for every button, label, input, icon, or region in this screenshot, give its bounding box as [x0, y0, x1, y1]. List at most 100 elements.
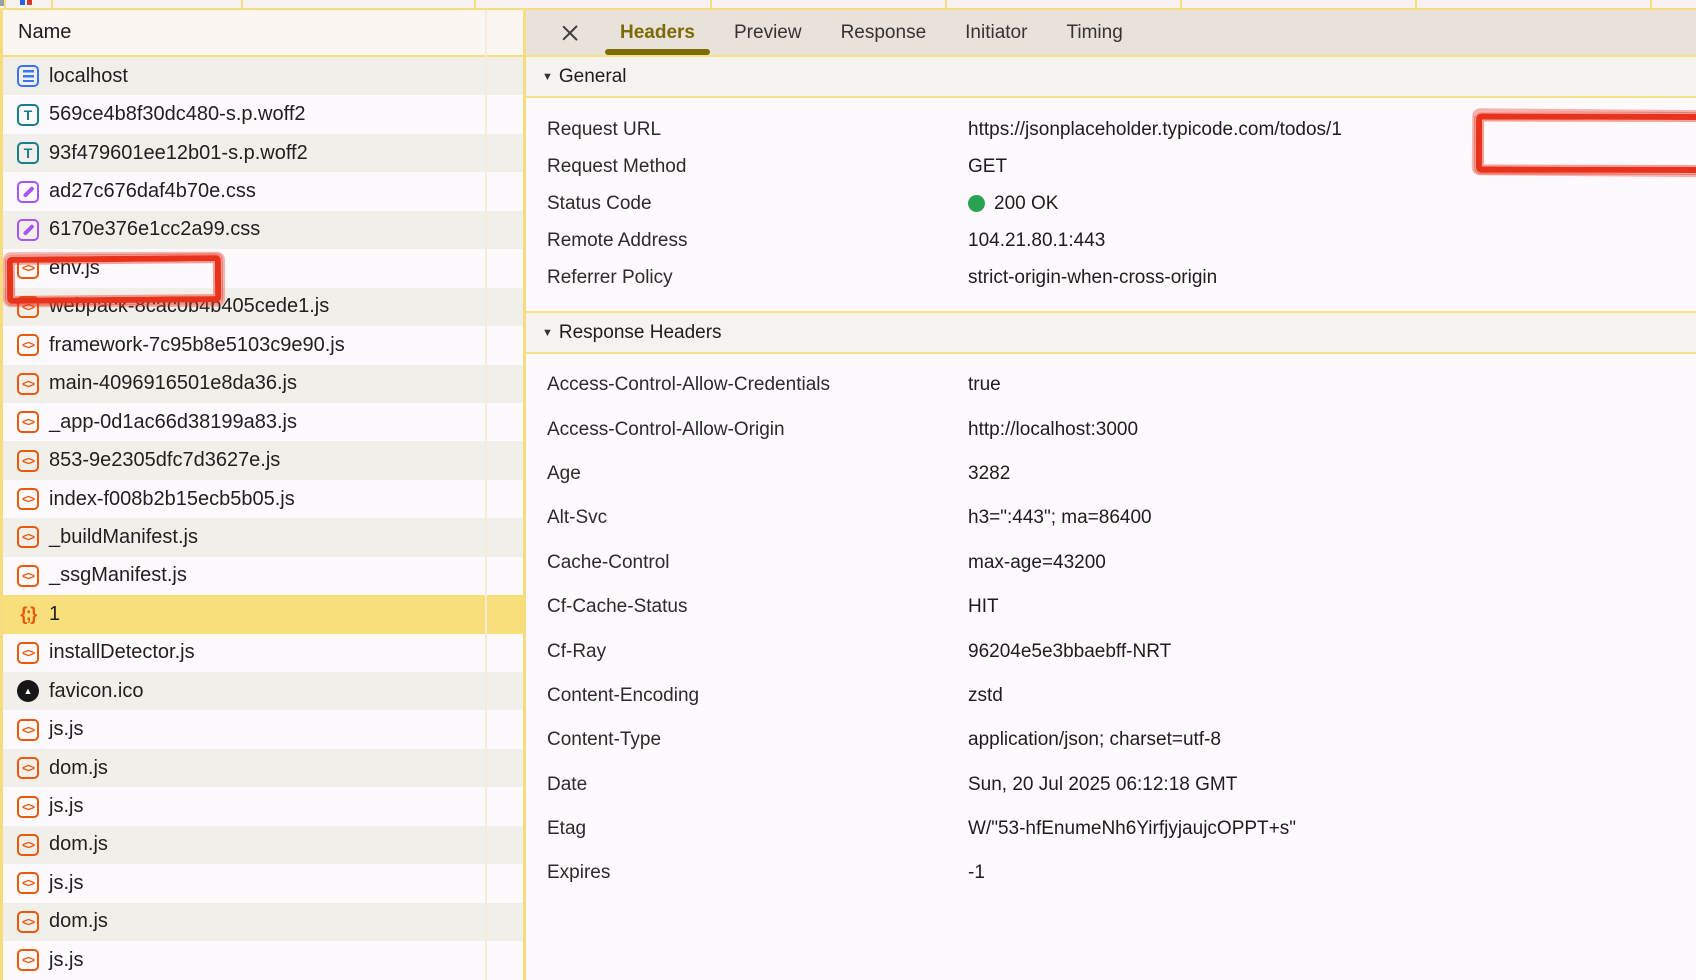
request-name: js.js: [49, 718, 83, 741]
request-row-webpack-8cac0b4b405cede1.js[interactable]: <>webpack-8cac0b4b405cede1.js: [3, 288, 485, 326]
header-value: Sun, 20 Jul 2025 06:12:18 GMT: [968, 774, 1237, 796]
request-row-dom.js[interactable]: <>dom.js: [3, 826, 485, 864]
request-row-js.js[interactable]: <>js.js: [3, 941, 485, 979]
header-name: Request URL: [526, 119, 968, 141]
request-name: localhost: [49, 65, 128, 88]
script-icon: <>: [17, 334, 39, 356]
header-name: Cache-Control: [526, 552, 968, 574]
tab-preview[interactable]: Preview: [734, 10, 802, 55]
request-row-569ce4b8f30dc480-s.p.woff2[interactable]: T569ce4b8f30dc480-s.p.woff2: [3, 95, 485, 133]
request-name: index-f008b2b15ecb5b05.js: [49, 488, 295, 511]
request-name: installDetector.js: [49, 641, 195, 664]
header-value-text: 3282: [968, 463, 1010, 485]
script-icon: <>: [17, 796, 39, 818]
tab-timing[interactable]: Timing: [1066, 10, 1122, 55]
request-row-js.js[interactable]: <>js.js: [3, 710, 485, 748]
status-ok-dot: [968, 195, 985, 212]
disclosure-triangle-icon[interactable]: ▼: [542, 71, 553, 83]
request-row-favicon.ico[interactable]: ▲favicon.ico: [3, 672, 485, 710]
header-name: Cf-Cache-Status: [526, 596, 968, 618]
request-name: 93f479601ee12b01-s.p.woff2: [49, 142, 308, 165]
request-row-1[interactable]: {;}1: [3, 595, 485, 633]
request-row-_ssgManifest.js[interactable]: <>_ssgManifest.js: [3, 557, 485, 595]
header-value: h3=":443"; ma=86400: [968, 507, 1152, 529]
close-icon[interactable]: [560, 23, 580, 43]
grey-mark: [0, 0, 4, 6]
header-row-Request Method: Request MethodGET: [526, 148, 1696, 185]
header-name: Alt-Svc: [526, 507, 968, 529]
request-row-framework-7c95b8e5103c9e90.js[interactable]: <>framework-7c95b8e5103c9e90.js: [3, 326, 485, 364]
header-row-Status Code: Status Code200 OK: [526, 185, 1696, 222]
header-row-Date: DateSun, 20 Jul 2025 06:12:18 GMT: [526, 763, 1696, 807]
header-row-Request URL: Request URLhttps://jsonplaceholder.typic…: [526, 111, 1696, 148]
header-value: -1: [968, 862, 985, 884]
request-row-main-4096916501e8da36.js[interactable]: <>main-4096916501e8da36.js: [3, 365, 485, 403]
request-row-dom.js[interactable]: <>dom.js: [3, 749, 485, 787]
request-name: dom.js: [49, 757, 108, 780]
request-row-_app-0d1ac66d38199a83.js[interactable]: <>_app-0d1ac66d38199a83.js: [3, 403, 485, 441]
header-value-text: GET: [968, 156, 1007, 178]
header-name: Content-Type: [526, 729, 968, 751]
header-row-Cache-Control: Cache-Controlmax-age=43200: [526, 541, 1696, 585]
request-name: js.js: [49, 949, 83, 972]
cropped-toolbar-strip: [0, 0, 1696, 10]
toolbar-cell-divider: [1650, 0, 1652, 8]
request-name: favicon.ico: [49, 680, 144, 703]
table-gutter-header: [487, 10, 523, 57]
toolbar-cell-divider: [4, 0, 6, 8]
request-name: dom.js: [49, 833, 108, 856]
header-value-text: application/json; charset=utf-8: [968, 729, 1221, 751]
header-row-Referrer Policy: Referrer Policystrict-origin-when-cross-…: [526, 259, 1696, 296]
request-row-dom.js[interactable]: <>dom.js: [3, 903, 485, 941]
disclosure-triangle-icon[interactable]: ▼: [542, 327, 553, 339]
header-name: Request Method: [526, 156, 968, 178]
request-detail-pane: Headers Preview Response Initiator Timing ▼ G…: [523, 10, 1696, 980]
table-gutter: [487, 10, 523, 980]
request-row-js.js[interactable]: <>js.js: [3, 864, 485, 902]
script-icon: <>: [17, 450, 39, 472]
request-row-index-f008b2b15ecb5b05.js[interactable]: <>index-f008b2b15ecb5b05.js: [3, 480, 485, 518]
tab-headers[interactable]: Headers: [620, 10, 695, 55]
request-row-localhost[interactable]: localhost: [3, 57, 485, 95]
request-row-93f479601ee12b01-s.p.woff2[interactable]: T93f479601ee12b01-s.p.woff2: [3, 134, 485, 172]
toolbar-cell-divider: [710, 0, 712, 8]
section-title: General: [559, 66, 627, 88]
request-row-_buildManifest.js[interactable]: <>_buildManifest.js: [3, 518, 485, 556]
header-value-text: 104.21.80.1:443: [968, 230, 1105, 252]
request-name: env.js: [49, 257, 100, 280]
name-column-header[interactable]: Name: [3, 10, 485, 57]
request-name: js.js: [49, 795, 83, 818]
request-row-ad27c676daf4b70e.css[interactable]: ad27c676daf4b70e.css: [3, 172, 485, 210]
json-icon: {;}: [17, 603, 39, 625]
header-name: Access-Control-Allow-Credentials: [526, 374, 968, 396]
section-header-resp[interactable]: ▼Response Headers: [526, 311, 1696, 354]
header-value-text: strict-origin-when-cross-origin: [968, 267, 1217, 289]
tab-response[interactable]: Response: [841, 10, 927, 55]
tab-initiator[interactable]: Initiator: [965, 10, 1027, 55]
toolbar-cell-divider: [474, 0, 476, 8]
section-resp: ▼Response Headers Access-Control-Allow-Cr…: [526, 311, 1696, 896]
header-value-text: -1: [968, 862, 985, 884]
request-name: dom.js: [49, 910, 108, 933]
header-row-Cf-Ray: Cf-Ray96204e5e3bbaebff-NRT: [526, 629, 1696, 673]
request-row-installDetector.js[interactable]: <>installDetector.js: [3, 634, 485, 672]
document-icon: [17, 65, 39, 87]
header-value: 200 OK: [968, 193, 1058, 215]
request-row-6170e376e1cc2a99.css[interactable]: 6170e376e1cc2a99.css: [3, 211, 485, 249]
request-row-env.js[interactable]: <>env.js: [3, 249, 485, 287]
stylesheet-icon: [17, 181, 39, 203]
toolbar-cell-divider: [51, 0, 53, 8]
request-row-js.js[interactable]: <> js.js: [3, 787, 485, 825]
header-name: Content-Encoding: [526, 685, 968, 707]
request-row-853-9e2305dfc7d3627e.js[interactable]: <>853-9e2305dfc7d3627e.js: [3, 441, 485, 479]
header-value-text: 96204e5e3bbaebff-NRT: [968, 641, 1171, 663]
red-mark: [27, 0, 32, 5]
header-row-Age: Age3282: [526, 452, 1696, 496]
header-value-text: true: [968, 374, 1001, 396]
request-rows: localhost T569ce4b8f30dc480-s.p.woff2T93f…: [3, 57, 485, 980]
header-value-text: Sun, 20 Jul 2025 06:12:18 GMT: [968, 774, 1237, 796]
header-value-text: HIT: [968, 596, 999, 618]
script-icon: <>: [17, 296, 39, 318]
header-row-Cf-Cache-Status: Cf-Cache-StatusHIT: [526, 585, 1696, 629]
section-header-general[interactable]: ▼ General: [526, 57, 1696, 98]
